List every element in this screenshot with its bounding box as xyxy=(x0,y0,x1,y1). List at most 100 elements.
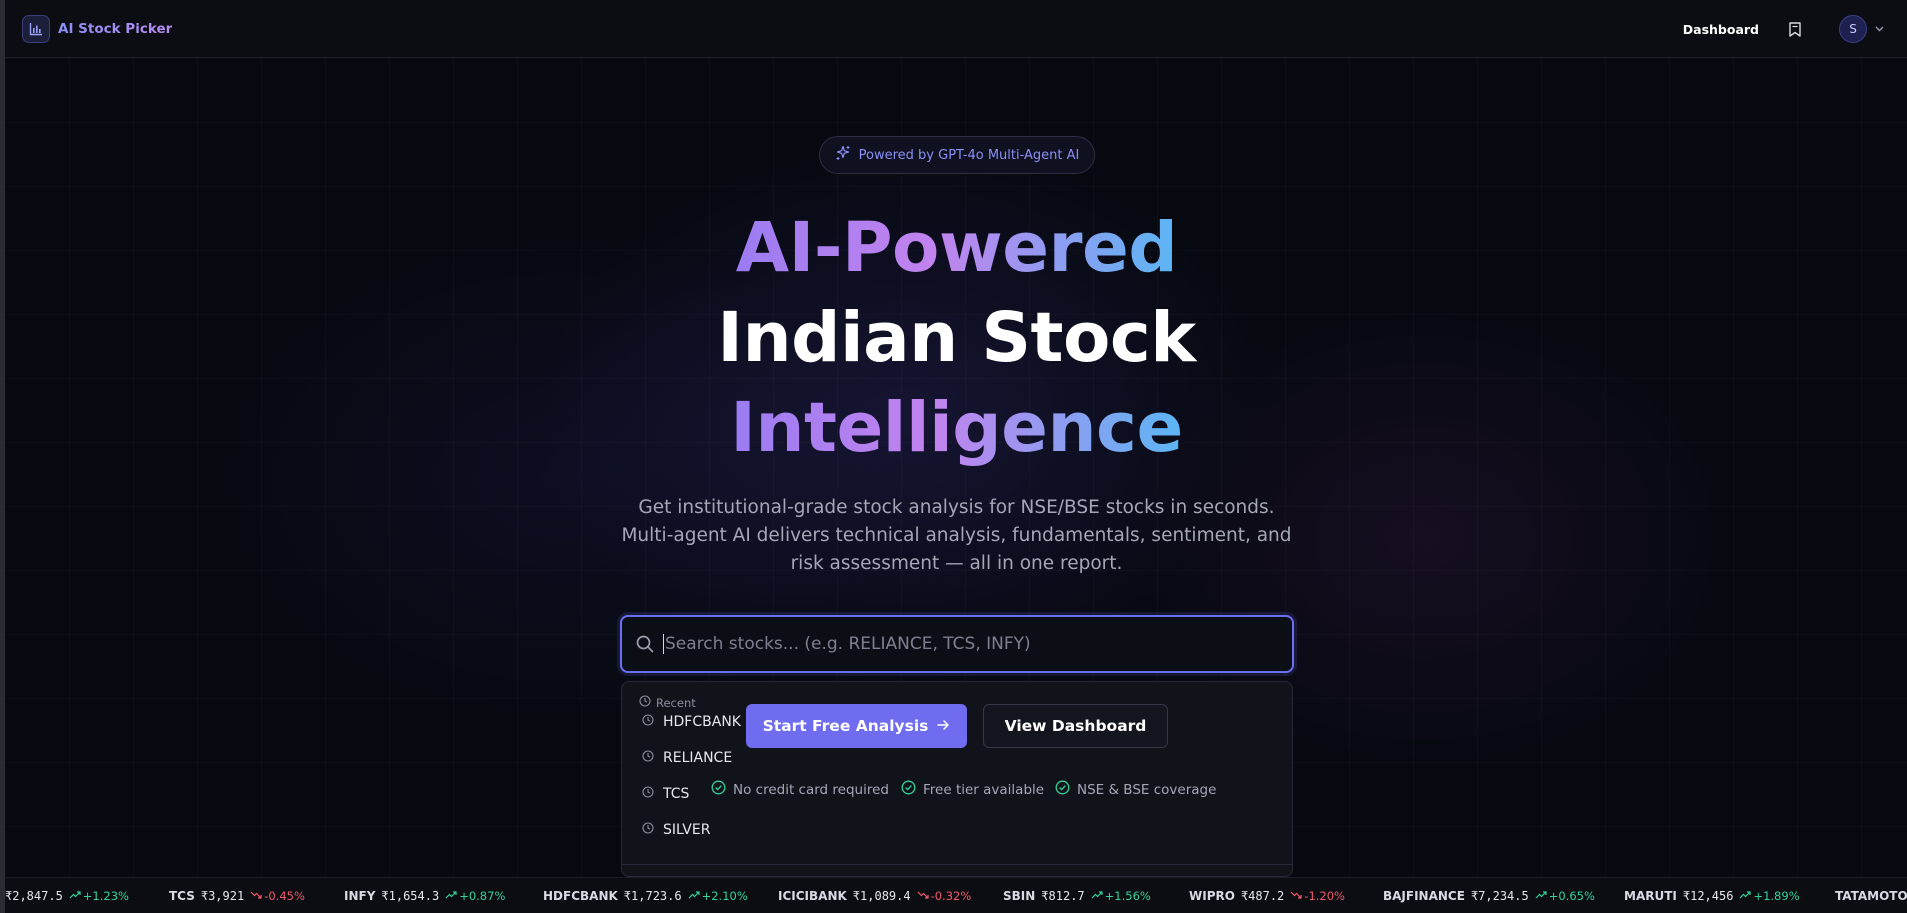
brand-name: AI Stock Picker xyxy=(58,20,173,37)
feature-label: NSE & BSE coverage xyxy=(1077,781,1217,798)
ticker-change: +2.10% xyxy=(688,889,748,903)
ticker-item[interactable]: TATAMOTORS xyxy=(1835,878,1907,913)
ticker-change: -0.32% xyxy=(917,889,972,903)
check-circle-icon xyxy=(711,780,726,799)
stock-ticker: ₹2,847.5 +1.23% TCS ₹3,921 -0.45% INFY ₹1,654.… xyxy=(5,877,1907,913)
recent-item[interactable]: RELIANCE xyxy=(642,746,732,770)
sparkles-icon xyxy=(835,145,851,165)
ticker-item[interactable]: WIPRO ₹487.2 -1.20% xyxy=(1189,878,1345,913)
trending-up-icon xyxy=(1739,889,1752,903)
text-cursor xyxy=(663,634,664,654)
recent-item-label: RELIANCE xyxy=(663,750,733,766)
recent-item[interactable]: HDFCBANK xyxy=(642,710,741,734)
recent-label: Recent xyxy=(656,695,696,710)
ticker-item[interactable]: ₹2,847.5 +1.23% xyxy=(5,878,129,913)
headline-line-1: AI-Powered xyxy=(0,203,1907,293)
ticker-item[interactable]: TCS ₹3,921 -0.45% xyxy=(169,878,305,913)
trending-up-icon xyxy=(1091,889,1103,903)
headline-gradient-text: Intelligence xyxy=(730,388,1183,468)
avatar-initial: S xyxy=(1849,22,1857,36)
ticker-symbol: HDFCBANK xyxy=(543,889,618,903)
ticker-change-value: -0.45% xyxy=(264,889,305,903)
bookmark-icon[interactable] xyxy=(1789,21,1803,38)
ticker-change-value: +2.10% xyxy=(701,889,748,903)
ticker-change-value: +1.89% xyxy=(1753,889,1800,903)
avatar[interactable]: S xyxy=(1839,15,1867,43)
ticker-price: ₹487.2 xyxy=(1240,889,1285,903)
ticker-symbol: INFY xyxy=(344,889,376,903)
arrow-right-icon xyxy=(937,717,950,735)
ticker-item[interactable]: HDFCBANK ₹1,723.6 +2.10% xyxy=(543,878,748,913)
ticker-item[interactable]: SBIN ₹812.7 +1.56% xyxy=(1003,878,1151,913)
search-icon xyxy=(635,634,655,654)
clock-icon xyxy=(639,695,651,710)
badge-text: Powered by GPT-4o Multi-Agent AI xyxy=(858,147,1080,163)
ticker-symbol: TCS xyxy=(169,889,195,903)
ticker-change-value: +0.65% xyxy=(1548,889,1595,903)
ticker-price: ₹2,847.5 xyxy=(5,889,63,903)
ticker-symbol: WIPRO xyxy=(1189,889,1235,903)
clock-icon xyxy=(642,714,654,730)
recent-item-label: SILVER xyxy=(663,822,711,838)
ticker-item[interactable]: MARUTI ₹12,456 +1.89% xyxy=(1624,878,1800,913)
feature-item: NSE & BSE coverage xyxy=(1055,780,1216,799)
ticker-item[interactable]: ICICIBANK ₹1,089.4 -0.32% xyxy=(778,878,971,913)
ticker-change: +1.89% xyxy=(1739,889,1800,903)
ticker-item[interactable]: INFY ₹1,654.3 +0.87% xyxy=(344,878,505,913)
trending-up-icon xyxy=(445,889,457,903)
recent-item[interactable]: SILVER xyxy=(642,818,710,842)
ticker-change: +0.87% xyxy=(445,889,505,903)
search-input[interactable] xyxy=(665,634,1292,654)
ticker-change: +1.56% xyxy=(1091,889,1151,903)
ticker-change-value: -0.32% xyxy=(930,889,972,903)
ticker-symbol: MARUTI xyxy=(1624,889,1677,903)
ticker-item[interactable]: BAJFINANCE ₹7,234.5 +0.65% xyxy=(1383,878,1595,913)
ticker-price: ₹812.7 xyxy=(1041,889,1085,903)
ticker-symbol: BAJFINANCE xyxy=(1383,889,1465,903)
clock-icon xyxy=(642,750,654,766)
headline-line-3: Intelligence xyxy=(0,383,1907,473)
check-circle-icon xyxy=(1055,780,1070,799)
headline-line-2: Indian Stock xyxy=(717,298,1196,378)
top-nav: AI Stock Picker Dashboard S xyxy=(5,0,1907,58)
ticker-price: ₹12,456 xyxy=(1682,889,1734,903)
chevron-down-icon[interactable] xyxy=(1875,24,1885,34)
clock-icon xyxy=(642,822,654,838)
recent-item-label: HDFCBANK xyxy=(663,714,741,730)
nav-actions: Dashboard S xyxy=(1683,0,1885,58)
ticker-price: ₹7,234.5 xyxy=(1470,889,1529,903)
view-dashboard-button[interactable]: View Dashboard xyxy=(983,704,1168,748)
dropdown-divider xyxy=(622,864,1292,865)
check-circle-icon xyxy=(901,780,916,799)
start-analysis-label: Start Free Analysis xyxy=(762,717,929,735)
feature-label: Free tier available xyxy=(923,781,1045,798)
ticker-symbol: TATAMOTORS xyxy=(1835,889,1907,903)
trending-down-icon xyxy=(1290,889,1302,903)
nav-dashboard-link[interactable]: Dashboard xyxy=(1683,22,1759,37)
brand[interactable]: AI Stock Picker xyxy=(22,14,173,43)
ticker-change: -0.45% xyxy=(250,889,305,903)
ticker-change-value: +1.23% xyxy=(82,889,129,903)
view-dashboard-label: View Dashboard xyxy=(1004,717,1147,735)
trending-down-icon xyxy=(917,889,929,903)
headline-gradient-text: AI-Powered xyxy=(735,208,1178,288)
ticker-change: -1.20% xyxy=(1290,889,1345,903)
feature-label: No credit card required xyxy=(733,781,889,798)
ticker-price: ₹1,723.6 xyxy=(623,889,682,903)
ticker-change-value: +1.56% xyxy=(1104,889,1151,903)
ticker-price: ₹1,089.4 xyxy=(852,889,911,903)
ticker-change: +0.65% xyxy=(1535,889,1595,903)
search-box[interactable] xyxy=(620,615,1294,673)
clock-icon xyxy=(642,786,654,802)
feature-item: No credit card required xyxy=(711,780,889,799)
ticker-change-value: +0.87% xyxy=(459,889,506,903)
recent-item[interactable]: TCS xyxy=(642,782,689,806)
trending-up-icon xyxy=(1535,889,1547,903)
trending-up-icon xyxy=(688,889,700,903)
ticker-price: ₹1,654.3 xyxy=(381,889,440,903)
ticker-symbol: ICICIBANK xyxy=(778,889,847,903)
ticker-symbol: SBIN xyxy=(1003,889,1036,903)
start-analysis-button[interactable]: Start Free Analysis xyxy=(746,704,967,748)
recent-item-label: TCS xyxy=(663,786,690,802)
bar-chart-icon xyxy=(22,14,50,43)
